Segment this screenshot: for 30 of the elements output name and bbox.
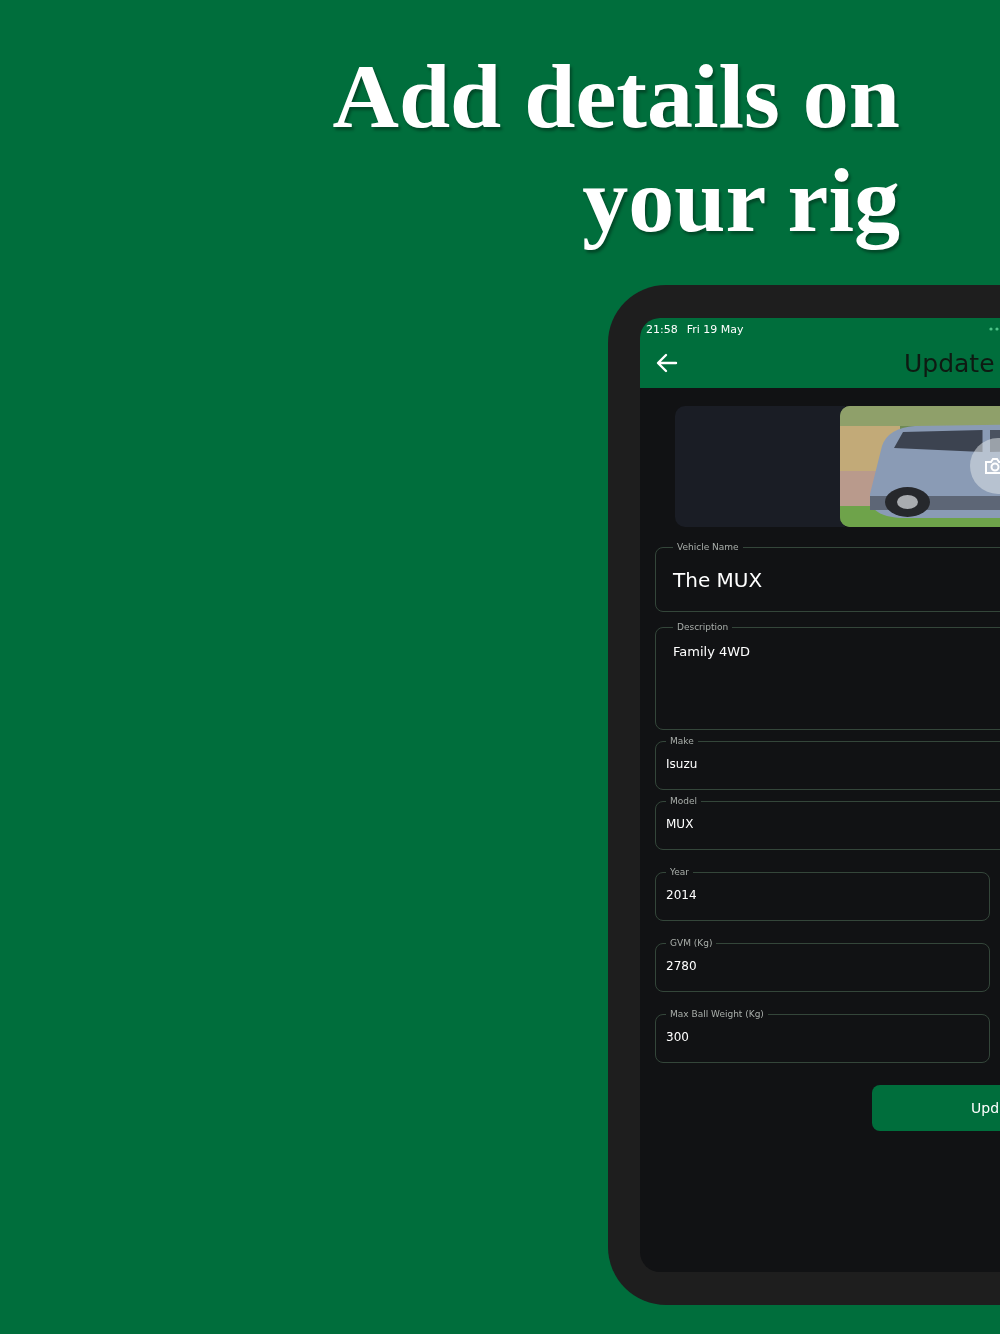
field-value: 300 — [666, 1029, 690, 1044]
field-value: Family 4WD — [673, 643, 752, 659]
headline: your rig — [581, 148, 900, 252]
field-label: Vehicle Name — [676, 542, 740, 552]
field-label: Year — [669, 867, 691, 877]
back-arrow-icon[interactable] — [656, 353, 678, 373]
status-date: Fri 19 May — [686, 322, 744, 336]
input-field[interactable]: Max Ball Weight (Kg) 300 — [655, 1009, 990, 1063]
input-field[interactable]: Vehicle Name The MUX — [655, 542, 1000, 612]
field-value: 2014 — [666, 887, 698, 902]
headline: Add details on — [331, 44, 900, 148]
input-field[interactable]: Year 2014 — [655, 867, 990, 921]
input-field[interactable]: Model MUX — [655, 796, 1000, 850]
field-label: GVM (Kg) — [669, 938, 714, 948]
input-field[interactable]: Description Family 4WD — [655, 622, 1000, 730]
field-label: Make — [669, 736, 695, 746]
field-value: Isuzu — [666, 756, 699, 771]
input-field[interactable]: Make Isuzu — [655, 736, 1000, 790]
field-value: The MUX — [673, 567, 764, 592]
field-label: Description — [676, 622, 730, 632]
field-label: Model — [669, 796, 699, 806]
screen-title: Update — [904, 348, 995, 378]
field-label: Max Ball Weight (Kg) — [669, 1009, 765, 1019]
status-dots-icon — [988, 327, 1000, 331]
field-value: MUX — [666, 816, 695, 831]
update-button[interactable]: Upd — [872, 1085, 1000, 1131]
field-value: 2780 — [666, 958, 698, 973]
input-field[interactable]: GVM (Kg) 2780 — [655, 938, 990, 992]
status-time: 21:58 — [646, 322, 678, 336]
camera-icon — [984, 457, 1000, 475]
